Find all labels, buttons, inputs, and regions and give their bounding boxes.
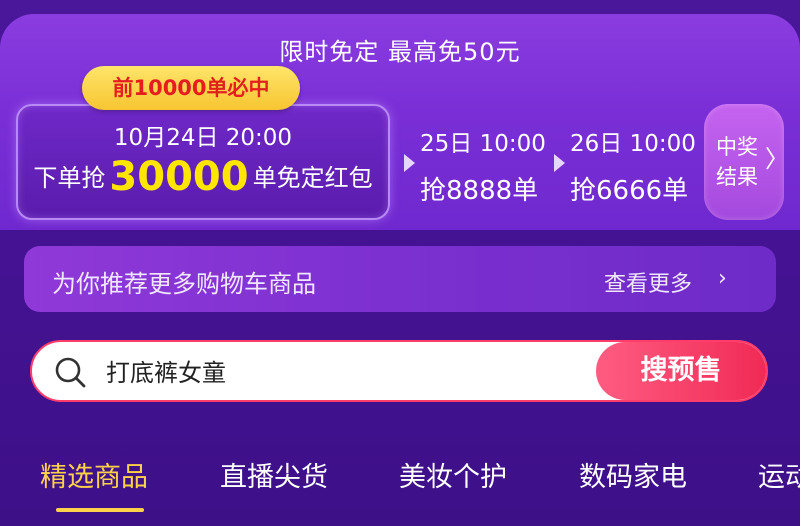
tab-live[interactable]: 直播尖货 (220, 455, 328, 494)
active-tab-indicator (56, 508, 144, 512)
offer-count: 30000 (109, 154, 249, 200)
search-icon (55, 357, 86, 388)
offer-suffix: 单免定红包 (252, 164, 373, 192)
promo-title: 限时免定 最高免50元 (279, 38, 521, 66)
chevron-right-icon: 〉 (765, 145, 789, 173)
search-presale-button[interactable]: 搜预售 (596, 342, 766, 400)
tab-beauty[interactable]: 美妆个护 (399, 455, 507, 494)
winner-results-button[interactable]: 中奖结果 〉 (704, 104, 789, 220)
tab-featured[interactable]: 精选商品 (40, 455, 148, 494)
stage-2-time: 25日 10:00 (420, 131, 546, 157)
tab-digital[interactable]: 数码家电 (579, 455, 687, 494)
stage-2-count: 抢8888单 (420, 176, 539, 206)
winner-results-label: 中奖结果 (716, 135, 758, 189)
triangle-right-icon (554, 154, 565, 172)
tab-sports[interactable]: 运动 (758, 455, 800, 494)
main-stage-offer: 下单抢 30000 单免定红包 (16, 154, 390, 200)
offer-prefix: 下单抢 (33, 164, 106, 192)
first-orders-badge: 前10000单必中 (82, 66, 300, 110)
stage-3-time: 26日 10:00 (570, 131, 696, 157)
main-stage-time: 10月24日 20:00 (113, 125, 293, 151)
recommend-text: 为你推荐更多购物车商品 (52, 270, 316, 298)
chevron-right-icon: › (718, 266, 727, 291)
triangle-right-icon (404, 154, 415, 172)
view-more-link[interactable]: 查看更多 (604, 266, 692, 298)
presale-page: 限时免定 最高免50元 前10000单必中 10月24日 20:00 下单抢 30… (0, 0, 800, 526)
search-input[interactable]: 打底裤女童 (106, 353, 226, 388)
stage-3-count: 抢6666单 (570, 176, 689, 206)
